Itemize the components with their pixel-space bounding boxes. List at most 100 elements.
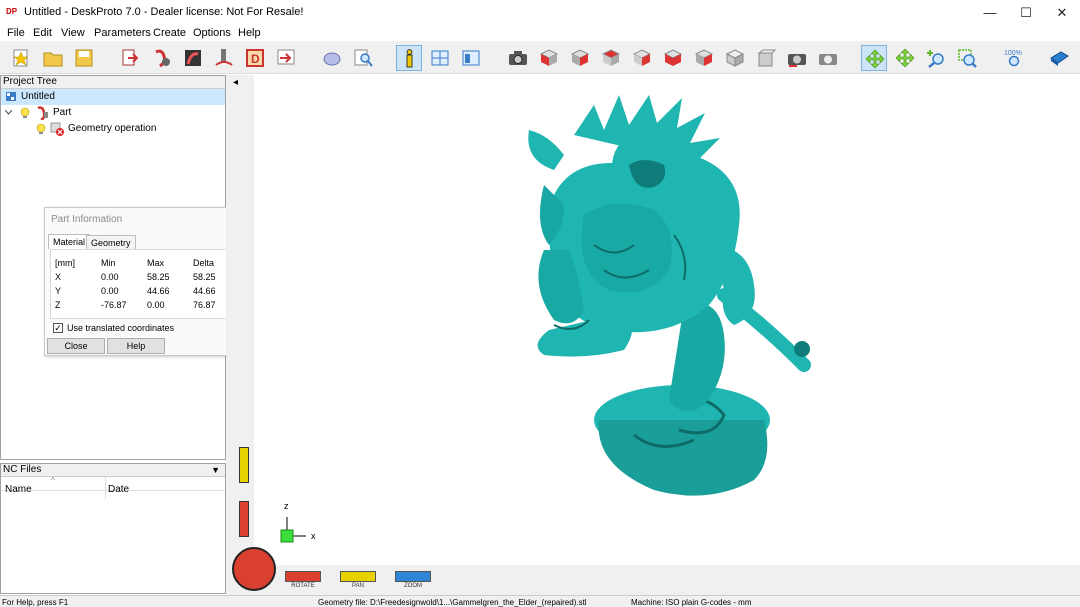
row-y-min: 0.00 — [101, 286, 119, 296]
pan-slider[interactable] — [239, 447, 249, 483]
header-delta: Delta — [193, 258, 215, 268]
model-canvas: z x — [280, 95, 811, 543]
close-window-button[interactable]: ✕ — [1044, 0, 1080, 25]
export-icon[interactable] — [273, 45, 299, 71]
side-controls: ◂ — [230, 75, 254, 595]
hide-icon[interactable] — [319, 45, 345, 71]
minimize-button[interactable]: — — [972, 0, 1008, 25]
row-y-label: Y — [55, 286, 62, 296]
move-icon[interactable] — [861, 45, 887, 71]
toolpath-icon[interactable] — [211, 45, 237, 71]
collapse-arrow-icon[interactable]: ◂ — [233, 77, 238, 88]
status-help: For Help, press F1 — [2, 598, 69, 607]
info-icon[interactable] — [396, 45, 422, 71]
nc-files-title: NC Files — [1, 464, 225, 477]
tree-item-part[interactable]: Part — [1, 105, 225, 121]
column-name[interactable]: Name — [5, 484, 32, 495]
header-max: Max — [147, 258, 165, 268]
view-red-1-icon[interactable] — [536, 45, 562, 71]
view-red-5-icon[interactable] — [660, 45, 686, 71]
project-tree-title: Project Tree — [1, 76, 225, 89]
rotate-mode-button[interactable] — [285, 571, 321, 582]
nc-files-header: Name ^ Date — [1, 476, 225, 499]
rotate-slider[interactable] — [239, 501, 249, 537]
pan-mode-label: PAN — [352, 583, 364, 589]
maximize-button[interactable]: ☐ — [1008, 0, 1044, 25]
operation-error-icon — [50, 122, 64, 136]
menu-create[interactable]: Create — [153, 27, 186, 39]
zoom-in-icon[interactable] — [923, 45, 949, 71]
status-geometry-file: Geometry file: D:\Freedesignwold\1...\Ga… — [318, 598, 587, 607]
view-red-3-icon[interactable] — [598, 45, 624, 71]
column-divider[interactable] — [105, 477, 106, 499]
row-y-delta: 44.66 — [193, 286, 216, 296]
part-info-title: Part Information — [51, 214, 123, 225]
expand-chevron-icon[interactable] — [5, 110, 12, 116]
open-icon[interactable] — [40, 45, 66, 71]
3d-viewport[interactable]: z x — [254, 75, 1080, 565]
zoom-100-icon[interactable]: 100% — [1001, 45, 1027, 71]
menu-file[interactable]: File — [7, 27, 25, 39]
app-icon: DP — [6, 7, 18, 16]
status-bar: For Help, press F1 Geometry file: D:\Fre… — [0, 595, 1080, 607]
tree-item-geometry-operation[interactable]: Geometry operation — [1, 121, 225, 137]
zoom-mode-button[interactable] — [395, 571, 431, 582]
part-params-icon[interactable] — [149, 45, 175, 71]
menu-options[interactable]: Options — [193, 27, 231, 39]
header-min: Min — [101, 258, 116, 268]
row-z-label: Z — [55, 300, 61, 310]
view-red-4-icon[interactable] — [629, 45, 655, 71]
snapshot-icon[interactable] — [505, 45, 531, 71]
status-machine: Machine: ISO plain G-codes - mm — [631, 598, 752, 607]
header-units: [mm] — [55, 258, 75, 268]
import-icon[interactable] — [117, 45, 143, 71]
axis-z-label: z — [284, 501, 289, 511]
book-icon[interactable] — [1046, 45, 1072, 71]
rotate-view-1-icon[interactable] — [784, 45, 810, 71]
drawing-icon[interactable]: D — [242, 45, 268, 71]
row-z-delta: 76.87 — [193, 300, 216, 310]
tree-label-geometry-operation: Geometry operation — [68, 123, 157, 134]
menu-edit[interactable]: Edit — [33, 27, 52, 39]
close-button[interactable]: Close — [47, 338, 105, 354]
window-title: Untitled - DeskProto 7.0 - Dealer licens… — [24, 6, 304, 18]
tree-label-part: Part — [53, 107, 72, 118]
row-x-min: 0.00 — [101, 272, 119, 282]
rotate-view-2-icon[interactable] — [815, 45, 841, 71]
window-icon[interactable] — [458, 45, 484, 71]
tab-geometry[interactable]: Geometry — [86, 235, 136, 249]
menu-view[interactable]: View — [61, 27, 85, 39]
tree-item-untitled[interactable]: Untitled — [1, 89, 225, 105]
navigation-controls: ROTATE PAN ZOOM — [232, 547, 1080, 595]
layout-icon[interactable] — [427, 45, 453, 71]
app-window: DP Untitled - DeskProto 7.0 - Dealer lic… — [0, 0, 1080, 607]
nc-files-dropdown-icon[interactable]: ▼ — [211, 465, 220, 475]
lightbulb-icon[interactable] — [20, 107, 30, 119]
pan-icon[interactable] — [892, 45, 918, 71]
rotate-dial-icon[interactable] — [232, 547, 276, 591]
view-red-6-icon[interactable] — [691, 45, 717, 71]
tree-label-untitled: Untitled — [21, 91, 55, 102]
new-icon[interactable] — [8, 45, 34, 71]
zoom-window-icon[interactable] — [954, 45, 980, 71]
row-y-max: 44.66 — [147, 286, 170, 296]
use-translated-checkbox[interactable]: ✓ — [53, 323, 63, 333]
row-z-max: 0.00 — [147, 300, 165, 310]
save-icon[interactable] — [71, 45, 97, 71]
tab-material[interactable]: Material — [48, 234, 91, 249]
view-iso-1-icon[interactable] — [722, 45, 748, 71]
find-icon[interactable] — [350, 45, 376, 71]
help-button[interactable]: Help — [107, 338, 165, 354]
figurine-model[interactable] — [528, 95, 811, 496]
menu-parameters[interactable]: Parameters — [94, 27, 151, 39]
pan-mode-button[interactable] — [340, 571, 376, 582]
lightbulb-icon[interactable] — [36, 123, 46, 135]
sort-arrow-icon: ^ — [51, 476, 55, 485]
axis-indicator: z x — [280, 501, 316, 543]
menu-help[interactable]: Help — [238, 27, 261, 39]
rendering-icon[interactable] — [180, 45, 206, 71]
view-iso-2-icon[interactable] — [753, 45, 779, 71]
title-bar: DP Untitled - DeskProto 7.0 - Dealer lic… — [0, 0, 1080, 25]
view-red-2-icon[interactable] — [567, 45, 593, 71]
column-date[interactable]: Date — [108, 484, 129, 495]
